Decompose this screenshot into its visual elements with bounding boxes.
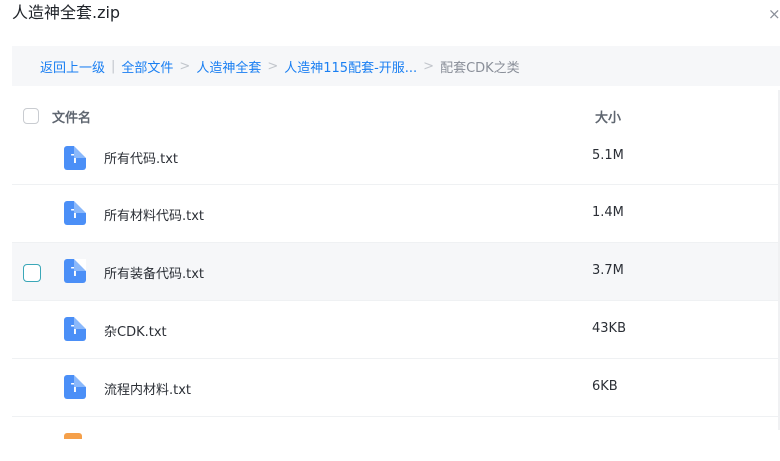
txt-file-icon: T	[64, 317, 86, 341]
breadcrumb-back-link[interactable]: 返回上一级	[40, 57, 105, 76]
txt-file-icon: T	[64, 201, 86, 225]
table-header: 文件名 大小	[12, 98, 780, 134]
breadcrumb-folder-link[interactable]: 人造神全套	[196, 57, 261, 76]
window-title: 人造神全套.zip	[12, 3, 121, 22]
breadcrumb-separator-icon: >	[179, 58, 191, 74]
close-icon[interactable]: ×	[768, 6, 780, 22]
table-row[interactable]: T 所有材料代码.txt 1.4M	[12, 185, 780, 243]
txt-file-icon: T	[64, 146, 86, 170]
file-size: 3.7M	[592, 263, 624, 278]
breadcrumb-current: 配套CDK之类	[440, 60, 520, 76]
file-name[interactable]: 所有材料代码.txt	[104, 205, 204, 224]
breadcrumb-divider: |	[111, 58, 116, 74]
breadcrumb-subfolder-link[interactable]: 人造神115配套-开服...	[284, 57, 417, 76]
table-row[interactable]: T 流程内材料.txt 6KB	[12, 359, 780, 417]
file-size: 5.1M	[592, 148, 624, 163]
file-list: T 所有代码.txt 5.1M T 所有材料代码.txt 1.4M T 所有装备…	[12, 140, 780, 417]
select-all-checkbox[interactable]	[23, 108, 39, 124]
file-icon	[64, 433, 82, 439]
column-header-size[interactable]: 大小	[595, 107, 621, 126]
file-name[interactable]: 所有代码.txt	[104, 148, 178, 167]
file-size: 43KB	[592, 321, 626, 336]
file-name[interactable]: 杂CDK.txt	[104, 321, 167, 340]
breadcrumb: 返回上一级 | 全部文件 > 人造神全套 > 人造神115配套-开服... > …	[12, 46, 780, 86]
file-size: 6KB	[592, 379, 618, 394]
breadcrumb-separator-icon: >	[267, 58, 279, 74]
file-name[interactable]: 流程内材料.txt	[104, 379, 191, 398]
file-name[interactable]: 所有装备代码.txt	[104, 263, 204, 282]
file-size: 1.4M	[592, 205, 624, 220]
txt-file-icon: T	[64, 375, 86, 399]
table-row[interactable]: T 杂CDK.txt 43KB	[12, 301, 780, 359]
row-checkbox[interactable]	[23, 264, 41, 282]
breadcrumb-separator-icon: >	[423, 58, 435, 74]
table-row[interactable]: T 所有装备代码.txt 3.7M	[12, 243, 780, 301]
table-row[interactable]: T 所有代码.txt 5.1M	[12, 140, 780, 185]
column-header-name[interactable]: 文件名	[52, 107, 91, 126]
txt-file-icon: T	[64, 259, 86, 283]
breadcrumb-all-files-link[interactable]: 全部文件	[121, 57, 173, 76]
